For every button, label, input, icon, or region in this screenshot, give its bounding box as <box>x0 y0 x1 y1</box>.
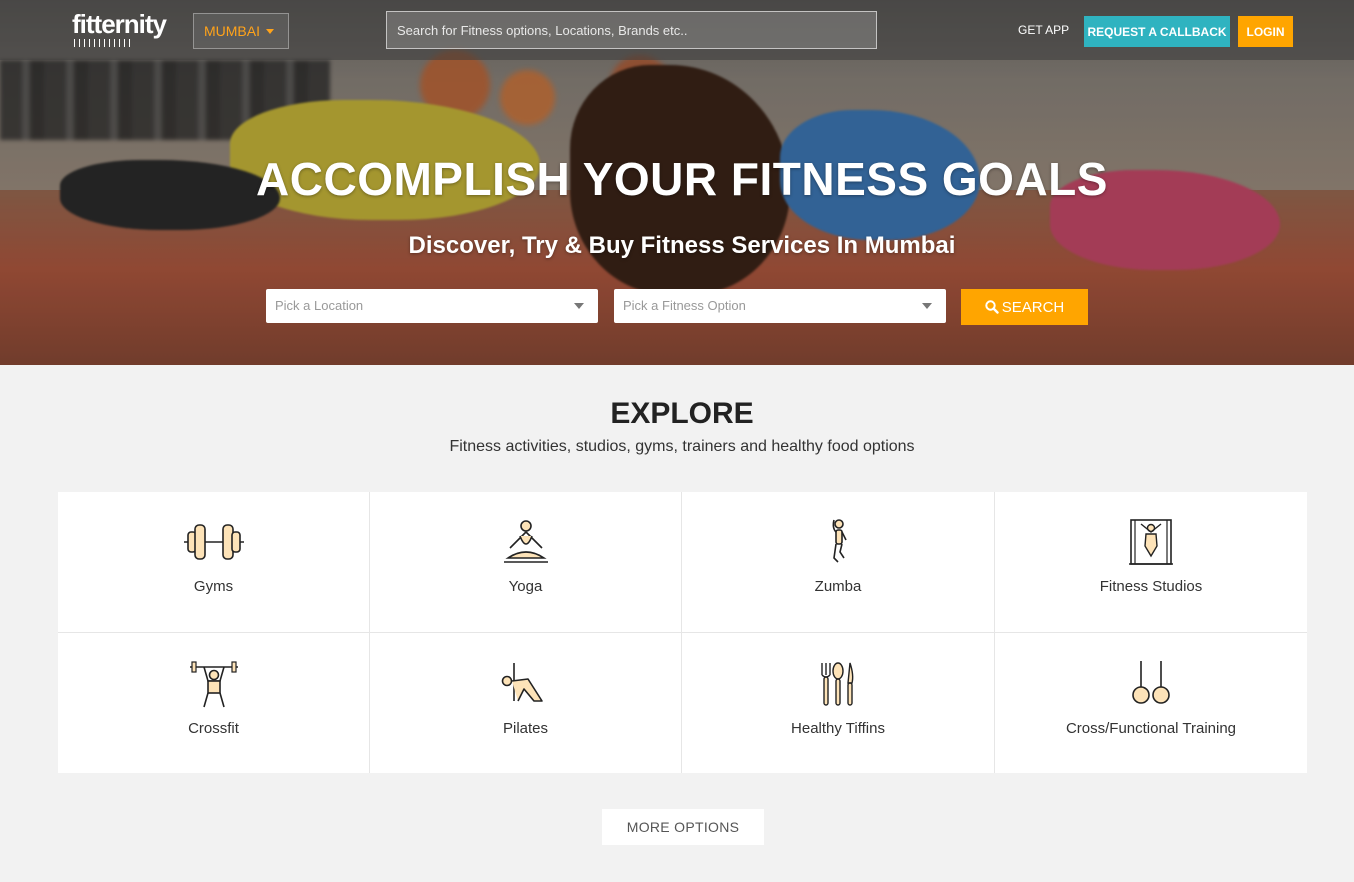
zumba-icon <box>832 519 847 563</box>
explore-tile-yoga[interactable]: Yoga <box>370 492 682 633</box>
search-button[interactable]: SEARCH <box>961 289 1088 325</box>
get-app-link[interactable]: GET APP <box>1018 23 1069 37</box>
cutlery-icon <box>821 662 854 706</box>
fitternity-logo[interactable]: fitternity <box>72 9 167 47</box>
hero-title: ACCOMPLISH YOUR FITNESS GOALS <box>256 153 1108 205</box>
explore-tile-gyms[interactable]: Gyms <box>58 492 370 633</box>
dropdown-arrow-icon <box>922 303 932 309</box>
city-dropdown[interactable]: MUMBAI <box>193 13 289 49</box>
explore-tile-fitness-studios[interactable]: Fitness Studios <box>995 492 1307 633</box>
global-search-input[interactable] <box>386 11 877 49</box>
hero-subtitle: Discover, Try & Buy Fitness Services In … <box>408 232 956 259</box>
explore-tile-crossfit[interactable]: Crossfit <box>58 633 370 773</box>
crossfit-icon <box>189 661 238 708</box>
logo-ruler-mark <box>74 39 132 47</box>
explore-heading: EXPLORE <box>610 397 754 430</box>
fitness-studio-icon <box>1129 519 1173 565</box>
pilates-icon <box>501 663 543 702</box>
search-button-label: SEARCH <box>1001 298 1065 316</box>
dropdown-arrow-icon <box>574 303 584 309</box>
tile-label: Zumba <box>814 578 862 595</box>
login-button[interactable]: LOGIN <box>1238 16 1293 47</box>
request-callback-button[interactable]: REQUEST A CALLBACK <box>1084 16 1230 47</box>
explore-subheading: Fitness activities, studios, gyms, train… <box>449 438 915 455</box>
location-placeholder: Pick a Location <box>275 298 364 313</box>
tile-label: Pilates <box>502 720 549 737</box>
tile-label: Healthy Tiffins <box>791 720 885 737</box>
logo-text: fitternity <box>72 9 167 39</box>
fitness-option-dropdown[interactable]: Pick a Fitness Option <box>614 289 946 323</box>
caret-down-icon <box>266 29 274 34</box>
yoga-icon <box>503 520 548 563</box>
city-label: MUMBAI <box>204 23 260 39</box>
dumbbell-icon <box>183 524 244 560</box>
explore-tile-cross-functional-training[interactable]: Cross/Functional Training <box>995 633 1307 773</box>
tile-label: Gyms <box>193 578 234 595</box>
location-dropdown[interactable]: Pick a Location <box>266 289 598 323</box>
explore-tile-pilates[interactable]: Pilates <box>370 633 682 773</box>
tile-label: Fitness Studios <box>1099 578 1203 595</box>
tile-label: Cross/Functional Training <box>1065 720 1237 737</box>
more-options-button[interactable]: MORE OPTIONS <box>602 809 764 845</box>
gym-rings-icon <box>1132 661 1170 704</box>
hero-banner: fitternity MUMBAI GET APP REQUEST A CALL… <box>0 0 1354 365</box>
search-icon <box>985 299 999 314</box>
tile-label: Yoga <box>508 578 543 595</box>
explore-grid: Gyms Yoga Zumba Fitness Studios Crossfit… <box>58 492 1307 773</box>
fitness-option-placeholder: Pick a Fitness Option <box>623 298 746 313</box>
explore-tile-zumba[interactable]: Zumba <box>682 492 995 633</box>
top-nav: fitternity MUMBAI GET APP REQUEST A CALL… <box>0 0 1354 60</box>
tile-label: Crossfit <box>188 720 239 737</box>
explore-tile-healthy-tiffins[interactable]: Healthy Tiffins <box>682 633 995 773</box>
